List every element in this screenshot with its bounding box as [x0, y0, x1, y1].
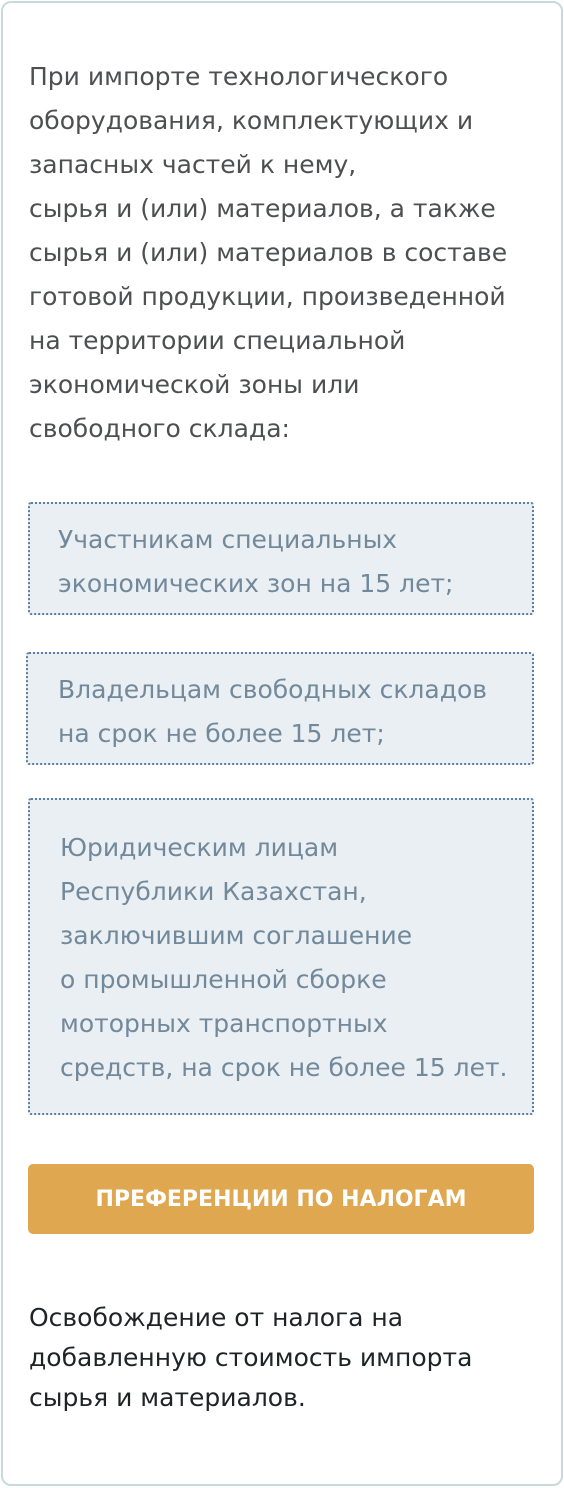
option-free-warehouse-owners: Владельцам свободных складов на срок не … — [26, 652, 534, 765]
footer-line: сырья и материалов. — [29, 1383, 306, 1412]
footer-line: добавленную стоимость импорта — [29, 1343, 473, 1372]
option-line: Участникам специальных — [58, 525, 398, 554]
intro-line: свободного склада: — [29, 414, 290, 443]
intro-line: оборудования, комплектующих и — [29, 106, 474, 135]
option-line: Владельцам свободных складов — [58, 675, 488, 704]
intro-line: сырья и (или) материалов в составе — [29, 238, 508, 267]
option-sez-participants: Участникам специальных экономических зон… — [28, 502, 534, 615]
option-line: заключившим соглашение — [60, 921, 413, 950]
intro-line: При импорте технологического — [29, 62, 449, 91]
intro-line: готовой продукции, произведенной — [29, 282, 506, 311]
option-line: Республики Казахстан, — [60, 877, 367, 906]
intro-text: При импорте технологического оборудовани… — [29, 55, 549, 451]
option-line: о промышленной сборке — [60, 965, 387, 994]
option-line: на срок не более 15 лет; — [58, 719, 385, 748]
option-line: экономических зон на 15 лет; — [58, 569, 454, 598]
footer-description: Освобождение от налога на добавленную ст… — [29, 1298, 549, 1418]
footer-line: Освобождение от налога на — [29, 1303, 404, 1332]
option-legal-entities: Юридическим лицам Республики Казахстан, … — [28, 798, 534, 1115]
tax-preferences-button-label: ПРЕФЕРЕНЦИИ ПО НАЛОГАМ — [95, 1186, 467, 1212]
option-line: моторных транспортных — [60, 1009, 388, 1038]
option-line: Юридическим лицам — [60, 833, 339, 862]
intro-line: сырья и (или) материалов, а также — [29, 194, 496, 223]
option-line: средств, на срок не более 15 лет. — [60, 1053, 508, 1082]
intro-line: запасных частей к нему, — [29, 150, 357, 179]
tax-preferences-button[interactable]: ПРЕФЕРЕНЦИИ ПО НАЛОГАМ — [28, 1164, 534, 1234]
intro-line: на территории специальной — [29, 326, 406, 355]
intro-line: экономической зоны или — [29, 370, 360, 399]
